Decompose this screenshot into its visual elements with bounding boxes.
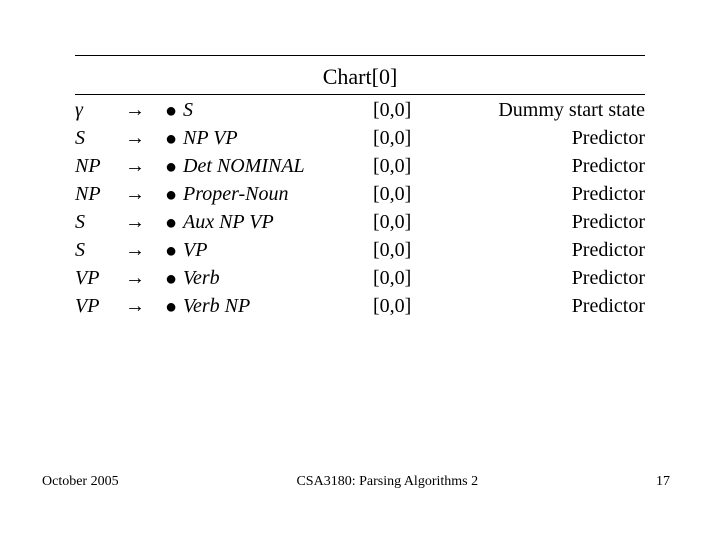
action-label: Predictor (443, 183, 645, 206)
arrow-icon: → (125, 155, 165, 178)
dot-icon: ● (165, 240, 183, 263)
arrow-icon: → (125, 267, 165, 290)
table-row: VP→●Verb[0,0]Predictor (75, 267, 645, 295)
state-span: [0,0] (373, 211, 443, 234)
state-span: [0,0] (373, 183, 443, 206)
production-rhs: Aux NP VP (183, 211, 373, 234)
production-lhs: γ (75, 99, 125, 122)
production-rhs: Proper-Noun (183, 183, 373, 206)
action-label: Predictor (443, 155, 645, 178)
arrow-icon: → (125, 127, 165, 150)
action-label: Predictor (443, 211, 645, 234)
top-rule (75, 55, 645, 56)
production-lhs: VP (75, 295, 125, 318)
dot-icon: ● (165, 296, 183, 319)
action-label: Predictor (443, 295, 645, 318)
slide-content: Chart[0] γ→●S[0,0]Dummy start stateS→●NP… (75, 55, 645, 323)
table-row: S→●Aux NP VP[0,0]Predictor (75, 211, 645, 239)
chart-title: Chart[0] (75, 62, 645, 94)
parse-table: γ→●S[0,0]Dummy start stateS→●NP VP[0,0]P… (75, 99, 645, 323)
footer-course: CSA3180: Parsing Algorithms 2 (296, 474, 478, 490)
production-rhs: VP (183, 239, 373, 262)
state-span: [0,0] (373, 155, 443, 178)
production-rhs: NP VP (183, 127, 373, 150)
production-rhs: Verb (183, 267, 373, 290)
action-label: Predictor (443, 127, 645, 150)
arrow-icon: → (125, 239, 165, 262)
state-span: [0,0] (373, 99, 443, 122)
state-span: [0,0] (373, 127, 443, 150)
dot-icon: ● (165, 212, 183, 235)
production-rhs: S (183, 99, 373, 122)
arrow-icon: → (125, 183, 165, 206)
arrow-icon: → (125, 99, 165, 122)
production-lhs: S (75, 239, 125, 262)
table-row: NP→●Det NOMINAL[0,0]Predictor (75, 155, 645, 183)
action-label: Predictor (443, 239, 645, 262)
arrow-icon: → (125, 295, 165, 318)
state-span: [0,0] (373, 239, 443, 262)
production-lhs: S (75, 211, 125, 234)
footer-page: 17 (656, 474, 670, 490)
production-rhs: Det NOMINAL (183, 155, 373, 178)
table-row: VP→●Verb NP[0,0]Predictor (75, 295, 645, 323)
state-span: [0,0] (373, 267, 443, 290)
dot-icon: ● (165, 268, 183, 291)
action-label: Predictor (443, 267, 645, 290)
arrow-icon: → (125, 211, 165, 234)
dot-icon: ● (165, 184, 183, 207)
under-rule (75, 94, 645, 95)
production-lhs: NP (75, 183, 125, 206)
table-row: S→●VP[0,0]Predictor (75, 239, 645, 267)
state-span: [0,0] (373, 295, 443, 318)
production-rhs: Verb NP (183, 295, 373, 318)
table-row: NP→●Proper-Noun[0,0]Predictor (75, 183, 645, 211)
dot-icon: ● (165, 156, 183, 179)
production-lhs: NP (75, 155, 125, 178)
dot-icon: ● (165, 128, 183, 151)
production-lhs: VP (75, 267, 125, 290)
footer-date: October 2005 (42, 474, 119, 490)
production-lhs: S (75, 127, 125, 150)
table-row: γ→●S[0,0]Dummy start state (75, 99, 645, 127)
slide-footer: October 2005 CSA3180: Parsing Algorithms… (0, 474, 720, 490)
table-row: S→●NP VP[0,0]Predictor (75, 127, 645, 155)
dot-icon: ● (165, 100, 183, 123)
action-label: Dummy start state (443, 99, 645, 122)
